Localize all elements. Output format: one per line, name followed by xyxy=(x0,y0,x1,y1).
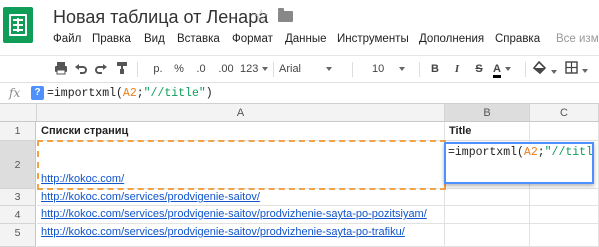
last-edit-status[interactable]: Все изм xyxy=(556,33,599,45)
toolbar: р. % .0 .00 123 Arial 10 B I S A xyxy=(0,55,599,81)
formula-input[interactable]: =importxml(A2;"//title") xyxy=(47,87,213,100)
italic-button[interactable]: I xyxy=(450,61,464,77)
cell-editor-b2[interactable]: =importxml(A2;"//title") xyxy=(444,142,594,184)
print-icon[interactable] xyxy=(52,61,70,77)
menu-insert[interactable]: Вставка xyxy=(177,33,220,45)
cell-b5[interactable] xyxy=(445,224,530,247)
formula-suffix: ) xyxy=(205,87,213,100)
app-header: Новая таблица от Ленара ☆ Файл Правка Ви… xyxy=(0,0,599,51)
cell-c3[interactable] xyxy=(530,189,599,206)
borders-icon xyxy=(565,61,578,74)
cell-b1[interactable]: Title xyxy=(445,122,530,141)
formula-bar: fx ? =importxml(A2;"//title") xyxy=(0,82,599,104)
link-a3[interactable]: http://kokoc.com/services/prodvigenie-sa… xyxy=(41,191,260,203)
editor-formula-prefix: =importxml( xyxy=(448,146,524,159)
strikethrough-button[interactable]: S xyxy=(472,61,486,77)
chevron-down-icon xyxy=(262,67,269,72)
row-header-3[interactable]: 3 xyxy=(0,189,36,206)
editor-formula-ref: A2 xyxy=(523,146,538,159)
cell-a3[interactable]: http://kokoc.com/services/prodvigenie-sa… xyxy=(37,189,445,206)
currency-format-button[interactable]: р. xyxy=(148,61,168,77)
menu-tools[interactable]: Инструменты xyxy=(337,33,409,45)
menu-addons[interactable]: Дополнения xyxy=(419,33,484,45)
cell-b3[interactable] xyxy=(445,189,530,206)
sheets-logo-icon[interactable] xyxy=(3,7,33,43)
paint-format-icon[interactable] xyxy=(113,61,131,77)
cell-c1[interactable] xyxy=(530,122,599,141)
row-header-1[interactable]: 1 xyxy=(0,122,36,141)
cell-b4[interactable] xyxy=(445,206,530,224)
menu-data[interactable]: Данные xyxy=(285,33,327,45)
borders-button[interactable] xyxy=(565,61,591,77)
editor-formula-string: "//title" xyxy=(544,146,593,159)
select-all-corner[interactable] xyxy=(0,104,37,122)
help-icon[interactable]: ? xyxy=(31,86,44,100)
column-header-c[interactable]: C xyxy=(530,104,599,122)
formula-prefix: =importxml( xyxy=(47,87,123,100)
redo-icon[interactable] xyxy=(92,61,110,77)
chevron-down-icon xyxy=(326,67,333,72)
number-format-label: 123 xyxy=(240,63,259,75)
link-a4[interactable]: http://kokoc.com/services/prodvigenie-sa… xyxy=(41,208,427,220)
document-title[interactable]: Новая таблица от Ленара xyxy=(53,7,268,28)
number-format-dropdown[interactable]: 123 xyxy=(240,61,270,77)
chevron-down-icon xyxy=(582,69,588,74)
undo-icon[interactable] xyxy=(72,61,90,77)
spreadsheet-grid: A B C 1 2 3 4 5 Списки страниц Title htt… xyxy=(0,104,599,247)
cell-a5[interactable]: http://kokoc.com/services/prodvigenie-sa… xyxy=(37,224,445,247)
cell-c5[interactable] xyxy=(530,224,599,247)
menu-edit[interactable]: Правка xyxy=(92,33,131,45)
menu-view[interactable]: Вид xyxy=(144,33,165,45)
link-a5[interactable]: http://kokoc.com/services/prodvigenie-sa… xyxy=(41,226,405,238)
cell-c4[interactable] xyxy=(530,206,599,224)
text-color-button[interactable]: A xyxy=(493,61,517,78)
font-size-label: 10 xyxy=(372,63,385,75)
formula-ref: A2 xyxy=(122,87,137,100)
chevron-down-icon xyxy=(551,70,557,75)
text-color-label: A xyxy=(493,63,501,78)
font-family-label: Arial xyxy=(279,63,302,75)
decrease-decimals-button[interactable]: .0 xyxy=(190,61,212,77)
column-header-b[interactable]: B xyxy=(445,104,530,122)
fill-color-button[interactable] xyxy=(532,60,559,77)
chevron-down-icon xyxy=(399,67,406,72)
row-header-2[interactable]: 2 xyxy=(0,141,36,189)
increase-decimals-button[interactable]: .00 xyxy=(213,61,239,77)
formula-string: "//title" xyxy=(143,87,206,100)
editor-formula-sep: ; xyxy=(537,146,545,159)
chevron-down-icon xyxy=(504,67,511,72)
menu-format[interactable]: Формат xyxy=(232,33,273,45)
column-header-a[interactable]: A xyxy=(37,104,445,122)
cell-a2[interactable]: http://kokoc.com/ xyxy=(37,141,445,189)
cell-a1[interactable]: Списки страниц xyxy=(37,122,445,141)
formula-sep: ; xyxy=(136,87,144,100)
bold-button[interactable]: B xyxy=(428,61,442,77)
folder-icon[interactable] xyxy=(278,8,293,22)
row-header-4[interactable]: 4 xyxy=(0,206,36,224)
fx-icon: fx xyxy=(9,86,21,100)
cell-a4[interactable]: http://kokoc.com/services/prodvigenie-sa… xyxy=(37,206,445,224)
paint-bucket-icon xyxy=(532,60,547,75)
font-family-dropdown[interactable]: Arial xyxy=(279,61,345,77)
menu-help[interactable]: Справка xyxy=(495,33,540,45)
percent-format-button[interactable]: % xyxy=(171,61,187,77)
star-icon[interactable]: ☆ xyxy=(253,6,269,26)
row-header-5[interactable]: 5 xyxy=(0,224,36,247)
link-a2[interactable]: http://kokoc.com/ xyxy=(41,173,124,185)
menu-file[interactable]: Файл xyxy=(53,33,81,45)
font-size-dropdown[interactable]: 10 xyxy=(372,61,414,77)
